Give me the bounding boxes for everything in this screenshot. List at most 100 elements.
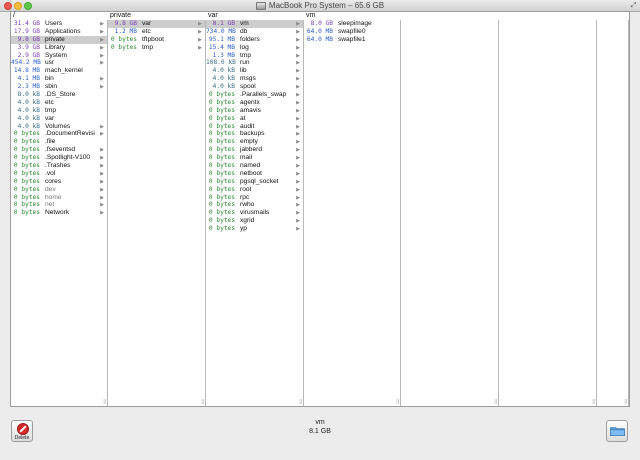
list-item[interactable]: 4.0 kB tmp <box>11 107 107 115</box>
list-item[interactable]: 0 bytes named ▶ <box>206 162 303 170</box>
browser-column-6[interactable]: || <box>597 20 629 406</box>
list-item[interactable]: 0 bytes home ▶ <box>11 194 107 202</box>
list-item[interactable]: 1.3 MB tmp ▶ <box>206 52 303 60</box>
list-item[interactable]: 0 bytes xgrid ▶ <box>206 217 303 225</box>
disclosure-arrow-icon: ▶ <box>100 178 104 185</box>
item-size: 9.8 GB <box>17 35 40 43</box>
item-size: 0 bytes <box>13 154 40 162</box>
disclosure-arrow-icon: ▶ <box>296 178 300 185</box>
list-item[interactable]: 0 bytes rpc ▶ <box>206 194 303 202</box>
list-item[interactable]: 0 bytes .Trashes ▶ <box>11 162 107 170</box>
browser-column-2[interactable]: 8.1 GB vm ▶ 734.0 MB db ▶ 95.1 MB folders ▶ 15.4 … <box>206 20 304 406</box>
list-item[interactable]: 0 bytes .vol ▶ <box>11 170 107 178</box>
list-item[interactable]: 0 bytes amavis ▶ <box>206 107 303 115</box>
list-item[interactable]: 108.0 kB run ▶ <box>206 59 303 67</box>
list-item[interactable]: 0 bytes virusmails ▶ <box>206 209 303 217</box>
list-item[interactable]: 4.0 kB lib ▶ <box>206 67 303 75</box>
list-item[interactable]: 0 bytes tftpboot ▶ <box>108 36 205 44</box>
list-item[interactable]: 2.9 GB System ▶ <box>11 52 107 60</box>
list-item[interactable]: 734.0 MB db ▶ <box>206 28 303 36</box>
item-size: 17.9 GB <box>13 27 40 35</box>
item-size: 64.0 MB <box>306 35 333 43</box>
list-item[interactable]: 8.1 GB vm ▶ <box>206 20 303 28</box>
item-size: 0 bytes <box>208 106 235 114</box>
item-size: 0 bytes <box>208 146 235 154</box>
list-item[interactable]: 0 bytes pgsql_socket ▶ <box>206 178 303 186</box>
item-name: .DocumentRevisi <box>45 130 95 138</box>
list-item[interactable]: 95.1 MB folders ▶ <box>206 36 303 44</box>
list-item[interactable]: 4.0 kB msgs ▶ <box>206 75 303 83</box>
list-item[interactable]: 4.0 kB Volumes ▶ <box>11 123 107 131</box>
list-item[interactable]: 14.8 MB mach_kernel <box>11 67 107 75</box>
item-name: private <box>45 35 65 43</box>
list-item[interactable]: 0 bytes audit ▶ <box>206 123 303 131</box>
fullscreen-icon[interactable]: ⤢ <box>630 2 637 9</box>
columns-container: 31.4 GB Users ▶ 17.9 GB Applications ▶ 9.8 GB p… <box>11 20 629 406</box>
list-item[interactable]: 0 bytes at ▶ <box>206 115 303 123</box>
list-item[interactable]: 9.8 GB var ▶ <box>108 20 205 28</box>
selection-name: vm <box>315 419 325 426</box>
list-item[interactable]: 31.4 GB Users ▶ <box>11 20 107 28</box>
list-item[interactable]: 4.0 kB var <box>11 115 107 123</box>
list-item[interactable]: 4.0 kB spool ▶ <box>206 83 303 91</box>
list-item[interactable]: 0 bytes .Parallels_swap ▶ <box>206 91 303 99</box>
list-item[interactable]: 0 bytes Network ▶ <box>11 209 107 217</box>
item-name: Library <box>45 43 66 51</box>
column-resize-handle[interactable]: || <box>201 399 204 405</box>
browser-column-3[interactable]: 8.0 GB sleepimage 64.0 MB swapfile0 64.0 MB s… <box>304 20 401 406</box>
list-item[interactable]: 0 bytes rwho ▶ <box>206 201 303 209</box>
list-item[interactable]: 8.0 kB .DS_Store <box>11 91 107 99</box>
item-size: 0 bytes <box>208 91 235 99</box>
list-item[interactable]: 2.3 MB sbin ▶ <box>11 83 107 91</box>
column-resize-handle[interactable]: || <box>624 399 627 405</box>
column-resize-handle[interactable]: || <box>592 399 595 405</box>
item-name: sbin <box>45 83 58 91</box>
list-item[interactable]: 0 bytes .DocumentRevisi ▶ <box>11 130 107 138</box>
item-name: etc <box>45 98 54 106</box>
list-item[interactable]: 0 bytes mail ▶ <box>206 154 303 162</box>
column-resize-handle[interactable]: || <box>299 399 302 405</box>
disclosure-arrow-icon: ▶ <box>100 163 104 170</box>
item-name: xgrid <box>240 217 255 225</box>
item-size: 4.0 kB <box>17 98 40 106</box>
browser-column-1[interactable]: 9.8 GB var ▶ 1.2 MB etc ▶ 0 bytes tftpboot ▶ 0 by… <box>108 20 206 406</box>
list-item[interactable]: 0 bytes cores ▶ <box>11 178 107 186</box>
browser-column-5[interactable]: || <box>499 20 597 406</box>
disclosure-arrow-icon: ▶ <box>296 139 300 146</box>
list-item[interactable]: 0 bytes netboot ▶ <box>206 170 303 178</box>
list-item[interactable]: 454.2 MB usr ▶ <box>11 59 107 67</box>
disclosure-arrow-icon: ▶ <box>296 28 300 35</box>
list-item[interactable]: 0 bytes net ▶ <box>11 201 107 209</box>
list-item[interactable]: 15.4 MB log ▶ <box>206 44 303 52</box>
list-item[interactable]: 9.8 GB private ▶ <box>11 35 107 44</box>
list-item[interactable]: 0 bytes jabberd ▶ <box>206 146 303 154</box>
list-item[interactable]: 3.9 GB Library ▶ <box>11 44 107 52</box>
list-item[interactable]: 0 bytes .fseventsd ▶ <box>11 146 107 154</box>
list-item[interactable]: 0 bytes backups ▶ <box>206 130 303 138</box>
reveal-in-finder-button[interactable] <box>606 420 628 442</box>
list-item[interactable]: 17.9 GB Applications ▶ <box>11 28 107 36</box>
list-item[interactable]: 0 bytes agentx ▶ <box>206 99 303 107</box>
list-item[interactable]: 0 bytes yp ▶ <box>206 225 303 233</box>
browser-column-0[interactable]: 31.4 GB Users ▶ 17.9 GB Applications ▶ 9.8 GB p… <box>11 20 108 406</box>
list-item[interactable]: 8.0 GB sleepimage <box>304 20 400 28</box>
item-name: usr <box>45 59 55 67</box>
disclosure-arrow-icon: ▶ <box>198 28 202 35</box>
list-item[interactable]: 64.0 MB swapfile0 <box>304 28 400 36</box>
list-item[interactable]: 0 bytes .Spotlight-V100 ▶ <box>11 154 107 162</box>
column-resize-handle[interactable]: || <box>103 399 106 405</box>
list-item[interactable]: 0 bytes .file <box>11 138 107 146</box>
list-item[interactable]: 1.2 MB etc ▶ <box>108 28 205 36</box>
list-item[interactable]: 4.1 MB bin ▶ <box>11 75 107 83</box>
list-item[interactable]: 4.0 kB etc <box>11 99 107 107</box>
list-item[interactable]: 0 bytes dev ▶ <box>11 186 107 194</box>
column-resize-handle[interactable]: || <box>396 399 399 405</box>
item-name: empty <box>240 138 258 146</box>
list-item[interactable]: 0 bytes empty ▶ <box>206 138 303 146</box>
browser-column-4[interactable]: || <box>401 20 499 406</box>
item-size: 2.3 MB <box>17 83 40 91</box>
list-item[interactable]: 0 bytes root ▶ <box>206 186 303 194</box>
list-item[interactable]: 0 bytes tmp ▶ <box>108 44 205 52</box>
column-resize-handle[interactable]: || <box>494 399 497 405</box>
list-item[interactable]: 64.0 MB swapfile1 <box>304 36 400 44</box>
